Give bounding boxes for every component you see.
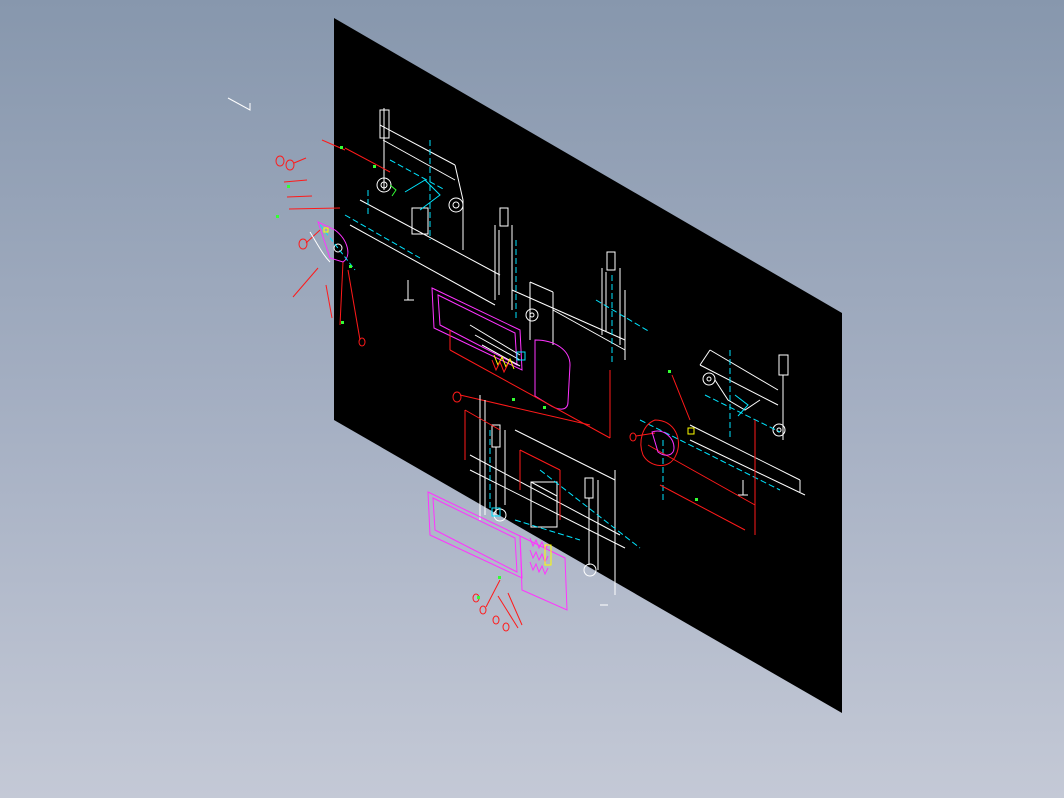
drawing-canvas bbox=[227, 18, 842, 713]
cad-3d-viewport[interactable] bbox=[0, 0, 1064, 798]
ucs-axis-icon bbox=[227, 97, 251, 111]
bottom-annotation-leaders bbox=[472, 579, 523, 632]
drawing-sheet bbox=[334, 18, 842, 713]
